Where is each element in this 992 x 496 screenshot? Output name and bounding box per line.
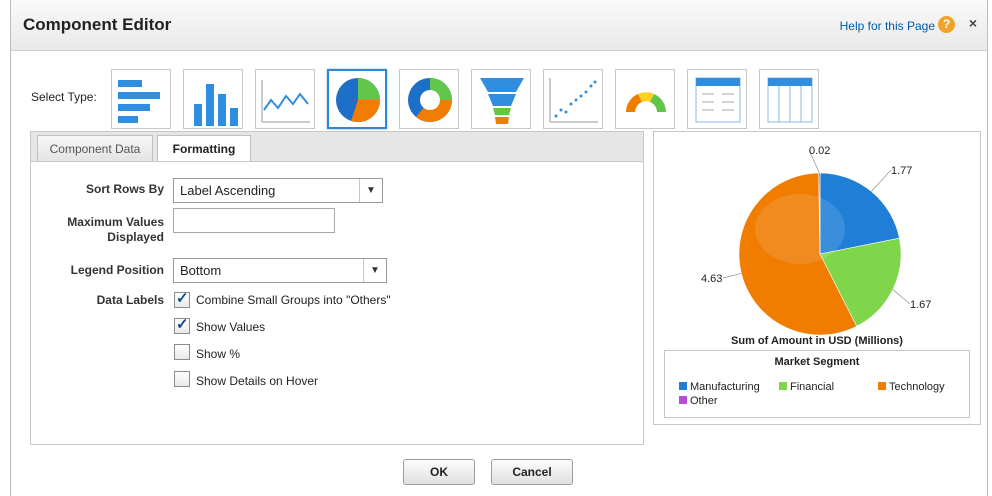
legend-position-value: Bottom <box>180 263 222 278</box>
vertical-bar-chart-button[interactable] <box>183 69 243 129</box>
funnel-chart-icon <box>480 78 524 124</box>
close-icon[interactable]: × <box>969 15 977 31</box>
legend-item-technology: Technology <box>878 381 945 393</box>
show-values-label: Show Values <box>196 320 266 334</box>
legend-position-label: Legend Position <box>70 263 164 277</box>
legend-item-financial: Financial <box>779 381 834 393</box>
chevron-down-icon: ▼ <box>359 179 382 202</box>
data-labels-label: Data Labels <box>96 293 164 307</box>
dialog-header: Component Editor Help for this Page ? × <box>11 0 987 51</box>
donut-chart-icon <box>408 78 453 123</box>
pie-chart-button[interactable] <box>327 69 387 129</box>
line-chart-button[interactable] <box>255 69 315 129</box>
legend-title: Market Segment <box>774 356 860 368</box>
matrix-table-button[interactable] <box>759 69 819 129</box>
chart-title: Sum of Amount in USD (Millions) <box>731 335 903 347</box>
combine-small-groups-label: Combine Small Groups into "Others" <box>196 293 391 307</box>
pie-highlight <box>755 194 845 264</box>
legend-item-manufacturing: Manufacturing <box>679 381 760 393</box>
sort-rows-label: Sort Rows By <box>85 182 164 196</box>
dialog-title: Component Editor <box>23 15 172 34</box>
legend-swatch <box>679 382 687 390</box>
horizontal-bar-icon <box>118 80 160 123</box>
select-type-label: Select Type: <box>31 90 97 104</box>
funnel-chart-button[interactable] <box>471 69 531 129</box>
sort-rows-value: Label Ascending <box>180 183 276 198</box>
table-button[interactable] <box>687 69 747 129</box>
legend-label: Other <box>690 395 718 407</box>
sort-rows-select[interactable]: Label Ascending ▼ <box>173 178 383 203</box>
legend-swatch <box>779 382 787 390</box>
horizontal-bar-chart-button[interactable] <box>111 69 171 129</box>
formatting-panel: Sort Rows By Label Ascending ▼ Maximum V… <box>30 161 644 445</box>
gauge-chart-button[interactable] <box>615 69 675 129</box>
max-values-label-line2: Displayed <box>107 230 164 244</box>
data-label: 1.67 <box>910 299 931 311</box>
data-label: 1.77 <box>891 165 912 177</box>
component-editor-dialog: Component Editor Help for this Page ? × … <box>10 0 988 496</box>
scatter-chart-button[interactable] <box>543 69 603 129</box>
legend-label: Financial <box>790 381 835 393</box>
legend-item-other: Other <box>679 395 718 407</box>
show-percent-checkbox[interactable] <box>174 344 190 360</box>
show-values-checkbox[interactable]: ✓ <box>174 316 190 334</box>
line-chart-icon <box>261 80 310 123</box>
table-icon <box>695 77 741 123</box>
max-values-input[interactable] <box>173 208 335 233</box>
ok-button[interactable]: OK <box>403 459 475 485</box>
show-details-on-hover-checkbox[interactable] <box>174 371 190 387</box>
leader-line <box>871 169 892 192</box>
donut-chart-button[interactable] <box>399 69 459 129</box>
chart-legend: Market Segment Manufacturing Financial T… <box>664 350 970 418</box>
help-link[interactable]: Help for this Page <box>840 19 935 33</box>
max-values-label: Maximum Values Displayed <box>31 215 164 245</box>
data-label: 4.63 <box>701 273 722 285</box>
legend-label: Technology <box>889 381 945 393</box>
checkmark-icon: ✓ <box>176 290 189 307</box>
legend-swatch <box>679 396 687 404</box>
editor-tabs: Component Data Formatting <box>30 131 644 163</box>
legend-label: Manufacturing <box>690 381 760 393</box>
leader-line <box>892 289 911 305</box>
gauge-chart-icon <box>626 92 666 112</box>
tab-component-data[interactable]: Component Data <box>37 135 153 162</box>
max-values-label-line1: Maximum Values <box>67 215 164 229</box>
legend-position-select[interactable]: Bottom ▼ <box>173 258 387 283</box>
show-details-on-hover-label: Show Details on Hover <box>196 374 319 388</box>
vertical-bar-icon <box>194 84 238 126</box>
scatter-chart-icon <box>549 78 598 123</box>
help-icon[interactable]: ? <box>938 16 955 33</box>
matrix-table-icon <box>767 77 813 123</box>
show-percent-label: Show % <box>196 347 241 361</box>
data-label: 0.02 <box>809 145 830 157</box>
checkmark-icon: ✓ <box>176 316 189 333</box>
leader-line <box>722 273 742 279</box>
legend-swatch <box>878 382 886 390</box>
pie-chart-icon <box>336 78 381 123</box>
pie-chart: 1.77 1.67 4.63 0.02 Sum of Amount in USD (Mi… <box>701 145 931 347</box>
chart-preview: 1.77 1.67 4.63 0.02 Sum of Amount in USD (Mi… <box>653 131 981 425</box>
cancel-button[interactable]: Cancel <box>491 459 573 485</box>
tab-formatting[interactable]: Formatting <box>157 135 251 163</box>
chevron-down-icon: ▼ <box>363 259 386 282</box>
combine-small-groups-checkbox[interactable]: ✓ <box>174 290 190 308</box>
